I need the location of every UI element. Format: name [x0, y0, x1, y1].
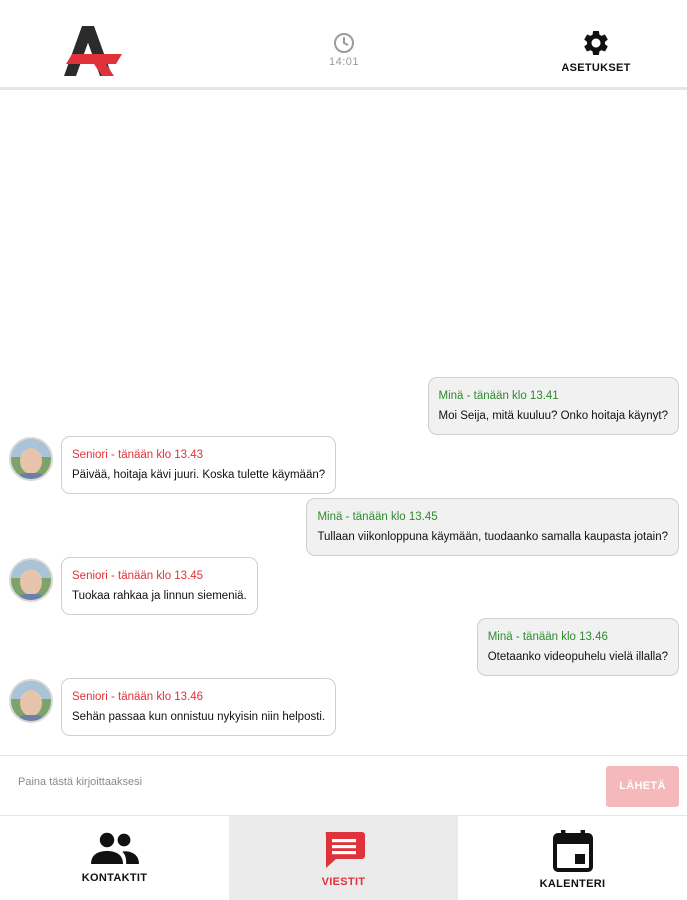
calendar-icon [552, 830, 593, 872]
message-meta: Minä - tänään klo 13.45 [317, 511, 438, 523]
app-logo [64, 24, 122, 78]
settings-button[interactable]: ASETUKSET [556, 28, 636, 74]
nav-label: KONTAKTIT [81, 872, 148, 884]
message-meta: Seniori - tänään klo 13.45 [72, 570, 204, 582]
message-outgoing: Minä - tänään klo 13.45 Tullaan viikonlo… [306, 498, 679, 556]
avatar [9, 679, 53, 723]
gear-icon [584, 30, 608, 55]
message-icon [325, 832, 365, 868]
app-header: 14:01 ASETUKSET [0, 0, 687, 90]
clock-widget: 14:01 [320, 32, 368, 68]
message-outgoing: Minä - tänään klo 13.41 Moi Seija, mitä … [427, 377, 679, 435]
send-button[interactable]: LÄHETÄ [606, 766, 679, 807]
clock-time: 14:01 [328, 56, 360, 68]
message-meta: Seniori - tänään klo 13.43 [72, 449, 204, 461]
nav-label: KALENTERI [539, 878, 606, 890]
message-composer: Paina tästä kirjoittaaksesi LÄHETÄ [0, 755, 687, 815]
message-bubble: Minä - tänään klo 13.46 Otetaanko videop… [476, 618, 679, 676]
nav-label: VIESTIT [321, 876, 366, 888]
people-icon [90, 832, 139, 864]
message-text: Tullaan viikonloppuna käymään, tuodaanko… [317, 531, 668, 543]
message-meta: Minä - tänään klo 13.41 [438, 390, 559, 402]
clock-icon [334, 33, 354, 53]
message-input[interactable]: Paina tästä kirjoittaaksesi [18, 776, 142, 788]
message-meta: Minä - tänään klo 13.46 [487, 631, 608, 643]
settings-label: ASETUKSET [561, 62, 631, 74]
message-meta: Seniori - tänään klo 13.46 [72, 691, 204, 703]
nav-item-calendar[interactable]: KALENTERI [458, 816, 687, 900]
message-list[interactable]: Minä - tänään klo 13.41 Moi Seija, mitä … [0, 93, 687, 755]
message-incoming: Seniori - tänään klo 13.43 Päivää, hoita… [61, 436, 337, 494]
message-bubble: Minä - tänään klo 13.45 Tullaan viikonlo… [306, 498, 679, 556]
bottom-navigation: KONTAKTIT VIESTIT KALENTERI [0, 815, 687, 900]
message-incoming: Seniori - tänään klo 13.46 Sehän passaa … [61, 678, 337, 736]
message-outgoing: Minä - tänään klo 13.46 Otetaanko videop… [476, 618, 679, 676]
message-bubble: Seniori - tänään klo 13.45 Tuokaa rahkaa… [61, 557, 258, 615]
message-bubble: Seniori - tänään klo 13.46 Sehän passaa … [61, 678, 337, 736]
message-text: Sehän passaa kun onnistuu nykyisin niin … [72, 711, 326, 723]
nav-item-contacts[interactable]: KONTAKTIT [0, 816, 229, 900]
message-text: Moi Seija, mitä kuuluu? Onko hoitaja käy… [438, 410, 668, 422]
nav-item-messages[interactable]: VIESTIT [229, 816, 458, 900]
avatar [9, 437, 53, 481]
message-bubble: Seniori - tänään klo 13.43 Päivää, hoita… [61, 436, 337, 494]
message-text: Tuokaa rahkaa ja linnun siemeniä. [72, 590, 247, 602]
avatar [9, 558, 53, 602]
message-incoming: Seniori - tänään klo 13.45 Tuokaa rahkaa… [61, 557, 258, 615]
message-text: Päivää, hoitaja kävi juuri. Koska tulett… [72, 469, 326, 481]
message-bubble: Minä - tänään klo 13.41 Moi Seija, mitä … [427, 377, 679, 435]
message-text: Otetaanko videopuhelu vielä illalla? [487, 651, 668, 663]
